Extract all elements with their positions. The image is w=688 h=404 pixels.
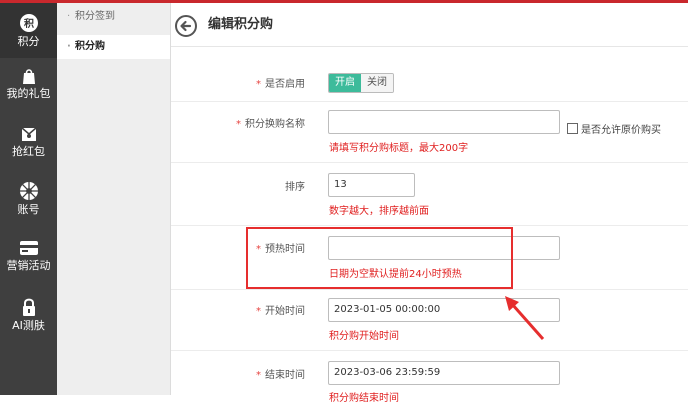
nav-item-account[interactable]: 账号 [0,181,57,216]
annotation-arrow-icon [505,296,545,340]
nav-label: 账号 [17,203,40,216]
svg-text:积: 积 [24,17,34,30]
red-envelope-icon [21,127,36,141]
lock-icon [22,298,35,316]
gift-bag-icon [22,69,35,84]
bullet-icon: · [67,11,71,22]
bullet-icon: · [67,41,71,52]
aperture-icon [19,182,38,200]
card-icon [19,241,38,255]
main-sidebar: 积 积分 我的礼包 抢红包 账号 营销活动 AI测肤 [0,3,57,395]
nav-label: 营销活动 [6,259,51,272]
main-content: 编辑积分购 * 是否启用 开启 关闭 * 积分换购名称 是否允许原价购买 请填写积分… [171,3,688,404]
nav-label: AI测肤 [12,319,45,332]
subnav-item-points-signin[interactable]: · 积分签到 [57,5,170,29]
nav-label: 积分 [17,35,40,48]
subnav-label: 积分购 [75,41,105,52]
nav-item-red-envelope[interactable]: 抢红包 [0,125,57,158]
subnav-label: 积分签到 [75,11,115,22]
secondary-sidebar: · 积分签到 · 积分购 [57,3,171,395]
subnav-item-points-purchase[interactable]: · 积分购 [57,35,170,59]
nav-item-ai-skin[interactable]: AI测肤 [0,297,57,332]
nav-label: 抢红包 [12,145,45,158]
nav-item-my-gifts[interactable]: 我的礼包 [0,67,57,100]
nav-item-points[interactable]: 积 积分 [0,3,57,58]
points-badge-icon: 积 [19,14,38,32]
nav-item-marketing[interactable]: 营销活动 [0,239,57,272]
nav-label: 我的礼包 [6,87,51,100]
